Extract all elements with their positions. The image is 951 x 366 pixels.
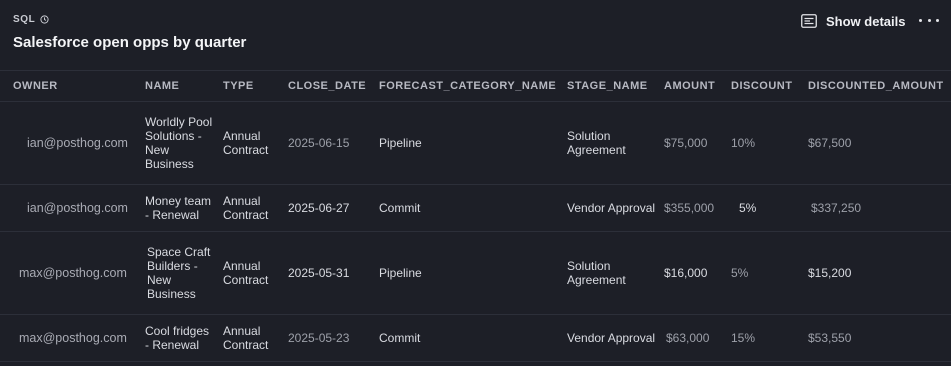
column-header-amount[interactable]: AMOUNT (664, 71, 731, 102)
cell-type: Annual Contract (223, 129, 269, 157)
column-header-name[interactable]: NAME (145, 71, 223, 102)
cell-discount: 5% (739, 201, 757, 215)
cell-stage-name: Vendor Approval (567, 331, 656, 345)
cell-forecast-category: Commit (379, 201, 421, 215)
cell-discount: 10% (731, 136, 756, 150)
cell-name: Cool fridges - Renewal (145, 324, 210, 352)
cell-close-date: 2025-06-27 (288, 201, 350, 215)
cell-owner: ian@posthog.com (27, 136, 128, 150)
cell-forecast-category: Commit (379, 331, 421, 345)
cell-type: Annual Contract (223, 324, 269, 352)
cell-amount: $75,000 (664, 136, 708, 150)
insight-kind: SQL (13, 14, 49, 25)
cell-stage-name: Vendor Approval (567, 201, 656, 215)
column-header-owner[interactable]: OWNER (0, 71, 145, 102)
column-header-stage-name[interactable]: STAGE_NAME (567, 71, 664, 102)
more-dots-icon[interactable] (919, 12, 939, 28)
cell-name: Space Craft Builders - New Business (147, 245, 211, 301)
show-details-button[interactable]: Show details (801, 10, 905, 32)
show-details-label: Show details (826, 13, 906, 29)
cell-close-date: 2025-05-31 (288, 266, 350, 280)
insight-title[interactable]: Salesforce open opps by quarter (13, 34, 246, 51)
cell-stage-name: Solution Agreement (567, 259, 626, 287)
results-table: OWNER NAME TYPE CLOSE_DATE FORECAST_CATE… (0, 70, 951, 362)
cell-type: Annual Contract (223, 194, 269, 222)
cell-owner: max@posthog.com (19, 331, 127, 345)
cell-amount: $355,000 (664, 201, 715, 215)
clock-icon (40, 15, 49, 24)
table-row: max@posthog.com Space Craft Builders - N… (0, 232, 951, 315)
column-header-forecast-category[interactable]: FORECAST_CATEGORY_NAME (379, 71, 567, 102)
cell-forecast-category: Pipeline (379, 136, 422, 150)
cell-close-date: 2025-05-23 (288, 331, 350, 345)
cell-name: Money team - Renewal (145, 194, 212, 222)
column-header-discount[interactable]: DISCOUNT (731, 71, 808, 102)
cell-discounted-amount: $337,250 (811, 201, 862, 215)
cell-owner: max@posthog.com (19, 266, 127, 280)
table-row: ian@posthog.com Worldly Pool Solutions -… (0, 102, 951, 185)
cell-discounted-amount: $15,200 (808, 266, 852, 280)
insight-card: SQL Salesforce open opps by quarter Show… (0, 0, 951, 366)
cell-forecast-category: Pipeline (379, 266, 422, 280)
cell-name: Worldly Pool Solutions - New Business (145, 115, 213, 171)
cell-amount: $16,000 (664, 266, 708, 280)
table-row: max@posthog.com Cool fridges - Renewal A… (0, 315, 951, 362)
column-header-discounted-amount[interactable]: DISCOUNTED_AMOUNT (808, 71, 951, 102)
card-header: SQL Salesforce open opps by quarter Show… (0, 0, 951, 70)
cell-owner: ian@posthog.com (27, 201, 128, 215)
insight-kind-label: SQL (13, 14, 36, 25)
column-header-close-date[interactable]: CLOSE_DATE (288, 71, 379, 102)
table-row: ian@posthog.com Money team - Renewal Ann… (0, 185, 951, 232)
cell-discounted-amount: $67,500 (808, 136, 852, 150)
cell-discount: 5% (731, 266, 749, 280)
cell-type: Annual Contract (223, 259, 269, 287)
table-header-row: OWNER NAME TYPE CLOSE_DATE FORECAST_CATE… (0, 70, 951, 102)
column-header-type[interactable]: TYPE (223, 71, 288, 102)
cell-close-date: 2025-06-15 (288, 136, 350, 150)
cell-amount: $63,000 (666, 331, 710, 345)
details-panel-icon (801, 14, 817, 28)
cell-discounted-amount: $53,550 (808, 331, 852, 345)
cell-discount: 15% (731, 331, 756, 345)
cell-stage-name: Solution Agreement (567, 129, 626, 157)
